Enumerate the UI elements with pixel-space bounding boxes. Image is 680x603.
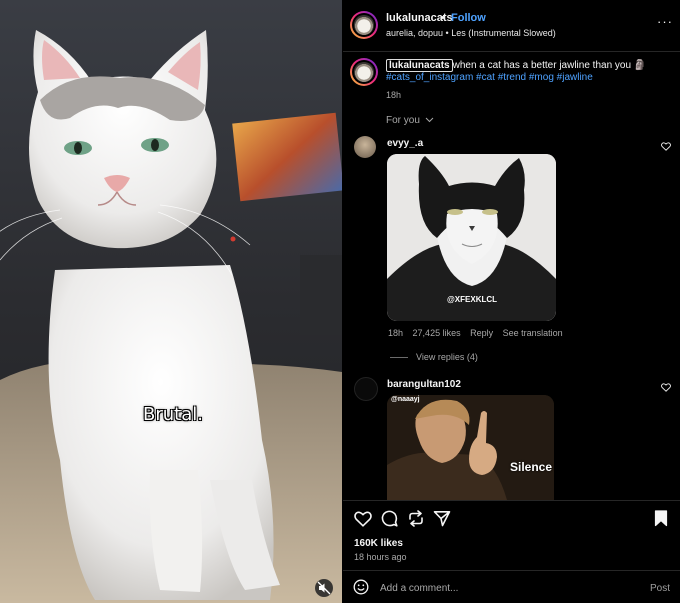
comment-time: 18h bbox=[388, 328, 404, 338]
post-media[interactable]: Brutal. bbox=[0, 0, 342, 603]
comment-avatar[interactable] bbox=[354, 377, 378, 401]
comment-sort-label: For you bbox=[386, 115, 420, 126]
comment-meta: 18h 27,425 likes Reply See translation bbox=[388, 328, 570, 338]
comment-username[interactable]: barangultan102 bbox=[387, 379, 461, 390]
post-header: lukalunacats • Follow aurelia, dopuu • L… bbox=[343, 0, 680, 51]
comment-sort-dropdown[interactable]: For you bbox=[386, 115, 434, 126]
post-sidebar: lukalunacats • Follow aurelia, dopuu • L… bbox=[343, 0, 680, 603]
emoji-icon[interactable] bbox=[353, 579, 369, 595]
silence-meme-image bbox=[387, 395, 554, 500]
audio-line[interactable]: aurelia, dopuu • Les (Instrumental Slowe… bbox=[386, 28, 556, 38]
actions-divider bbox=[343, 500, 680, 501]
header-divider bbox=[343, 51, 680, 52]
comment-image[interactable]: @XFEXKLCL bbox=[387, 154, 556, 321]
header-separator: • bbox=[441, 12, 445, 24]
view-replies-button[interactable]: View replies (4) bbox=[390, 352, 478, 362]
comment-likes[interactable]: 27,425 likes bbox=[413, 328, 461, 338]
comment-icon[interactable] bbox=[381, 510, 398, 527]
comment-avatar[interactable] bbox=[354, 136, 376, 158]
comment-input[interactable]: Add a comment... bbox=[380, 583, 458, 594]
like-comment-icon[interactable] bbox=[661, 383, 671, 392]
share-icon[interactable] bbox=[433, 510, 451, 527]
like-comment-icon[interactable] bbox=[661, 142, 671, 151]
post-time: 18 hours ago bbox=[354, 552, 407, 562]
bookmark-icon[interactable] bbox=[654, 510, 668, 527]
heart-icon[interactable] bbox=[354, 511, 372, 527]
image-watermark: @XFEXKLCL bbox=[447, 295, 498, 304]
comment-username[interactable]: evyy_.a bbox=[387, 138, 423, 149]
view-replies-label: View replies (4) bbox=[416, 352, 478, 362]
image-tag: @naaayj bbox=[391, 396, 420, 403]
media-overlay-text: Brutal. bbox=[143, 404, 203, 425]
mute-button[interactable] bbox=[315, 579, 333, 597]
likes-count[interactable]: 160K likes bbox=[354, 538, 403, 549]
post-comment-button[interactable]: Post bbox=[650, 583, 670, 594]
comment-box-divider bbox=[343, 570, 680, 571]
repost-icon[interactable] bbox=[407, 510, 425, 527]
replies-line bbox=[390, 357, 408, 359]
post-actions bbox=[343, 500, 680, 540]
image-overlay-text: Silence bbox=[510, 460, 553, 474]
more-options-icon[interactable]: ··· bbox=[657, 14, 673, 29]
caption-username[interactable]: lukalunacats bbox=[386, 59, 453, 72]
caption-time: 18h bbox=[386, 90, 402, 100]
muted-speaker-icon bbox=[317, 581, 331, 595]
caption-hashtags[interactable]: #cats_of_instagram #cat #trend #mog #jaw… bbox=[386, 72, 593, 83]
cat-photo bbox=[0, 0, 342, 603]
caption-avatar[interactable] bbox=[350, 58, 378, 86]
caption: lukalunacats when a cat has a better jawl… bbox=[386, 59, 671, 84]
see-translation-link[interactable]: See translation bbox=[503, 328, 563, 338]
follow-button[interactable]: Follow bbox=[451, 12, 486, 24]
comment-image[interactable]: @naaayj Silence bbox=[387, 395, 554, 500]
caption-text: when a cat has a better jawline than you… bbox=[452, 60, 647, 71]
author-avatar[interactable] bbox=[350, 11, 378, 39]
reply-button[interactable]: Reply bbox=[470, 328, 493, 338]
chevron-down-icon bbox=[425, 118, 434, 123]
